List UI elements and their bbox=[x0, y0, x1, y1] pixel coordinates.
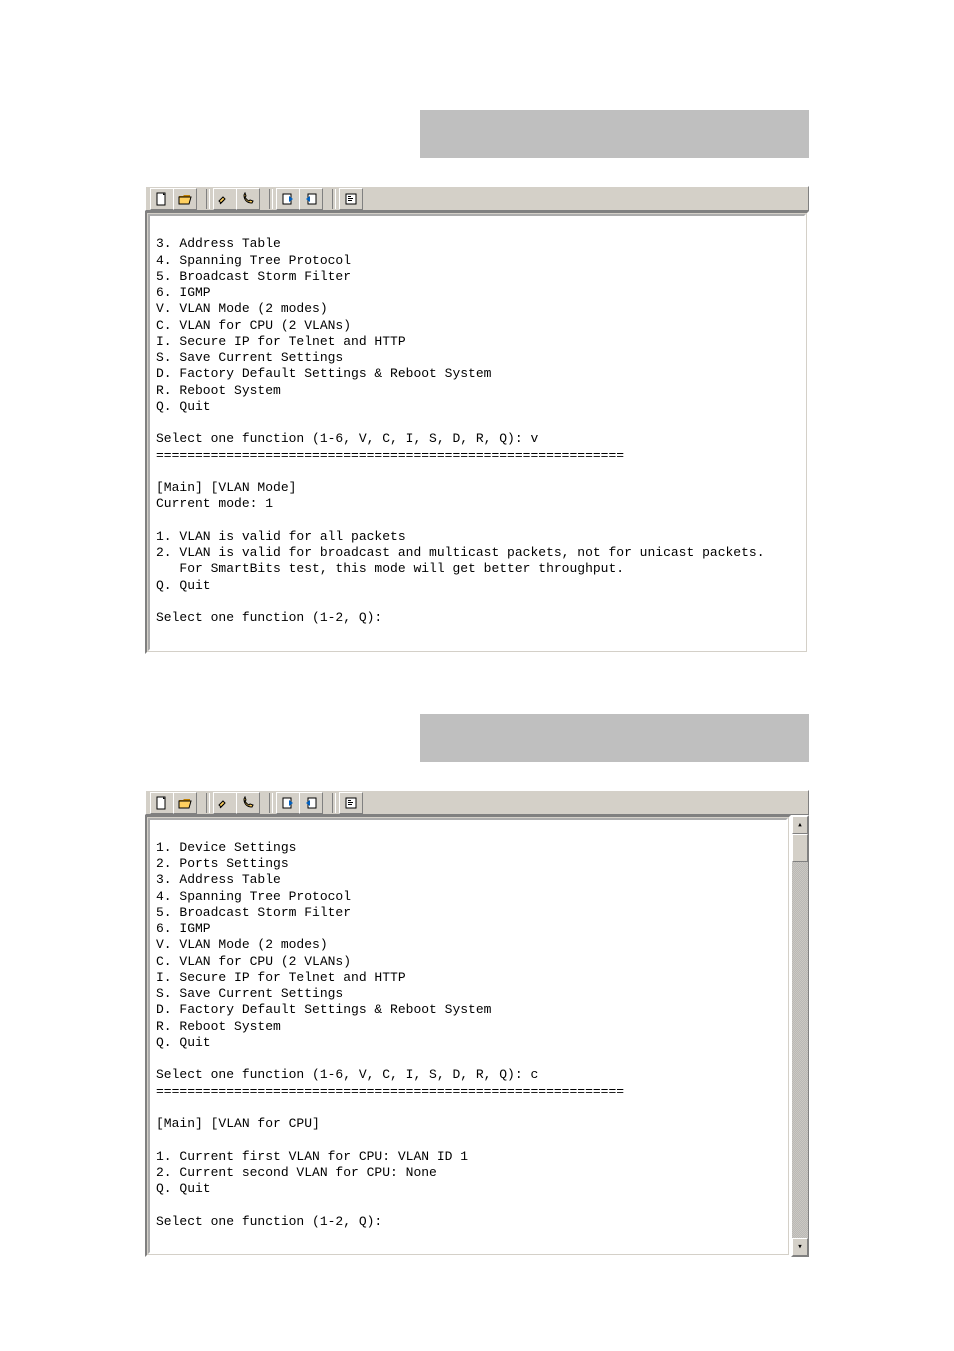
terminal-panel-1: 3. Address Table 4. Spanning Tree Protoc… bbox=[145, 211, 809, 654]
send-button[interactable] bbox=[276, 792, 300, 814]
receive-file-icon bbox=[304, 796, 318, 810]
select-prompt: Select one function (1-6, V, C, I, S, D,… bbox=[156, 431, 538, 446]
menu-item: Q. Quit bbox=[156, 399, 211, 414]
scroll-down-button[interactable]: ▾ bbox=[792, 1238, 808, 1256]
sub-prompt: Select one function (1-2, Q): bbox=[156, 610, 382, 625]
menu-item: C. VLAN for CPU (2 VLANs) bbox=[156, 318, 351, 333]
disconnect-button[interactable] bbox=[213, 792, 237, 814]
receive-file-icon bbox=[304, 192, 318, 206]
properties-button[interactable] bbox=[339, 792, 363, 814]
option-line: 2. Current second VLAN for CPU: None bbox=[156, 1165, 437, 1180]
menu-item: S. Save Current Settings bbox=[156, 350, 343, 365]
menu-item: 4. Spanning Tree Protocol bbox=[156, 253, 351, 268]
menu-item: 2. Ports Settings bbox=[156, 856, 289, 871]
menu-item: V. VLAN Mode (2 modes) bbox=[156, 301, 328, 316]
menu-item: S. Save Current Settings bbox=[156, 986, 343, 1001]
menu-item: D. Factory Default Settings & Reboot Sys… bbox=[156, 1002, 491, 1017]
menu-item: Q. Quit bbox=[156, 1035, 211, 1050]
sub-prompt: Select one function (1-2, Q): bbox=[156, 1214, 382, 1229]
new-doc-icon bbox=[155, 192, 169, 206]
menu-item: 5. Broadcast Storm Filter bbox=[156, 905, 351, 920]
disconnect-icon bbox=[218, 192, 232, 206]
option-line: Q. Quit bbox=[156, 578, 211, 593]
receive-button[interactable] bbox=[299, 188, 323, 210]
send-file-icon bbox=[281, 192, 295, 206]
disconnect-icon bbox=[218, 796, 232, 810]
call-button[interactable] bbox=[236, 188, 260, 210]
vertical-scrollbar[interactable]: ▴ ▾ bbox=[791, 815, 809, 1258]
new-doc-button[interactable] bbox=[150, 188, 174, 210]
menu-item: C. VLAN for CPU (2 VLANs) bbox=[156, 954, 351, 969]
properties-icon bbox=[344, 796, 358, 810]
properties-icon bbox=[344, 192, 358, 206]
send-file-icon bbox=[281, 796, 295, 810]
terminal-text-2: 1. Device Settings 2. Ports Settings 3. … bbox=[156, 840, 624, 1229]
separator-line: ========================================… bbox=[156, 448, 624, 463]
menu-item: 6. IGMP bbox=[156, 285, 211, 300]
menu-item: 6. IGMP bbox=[156, 921, 211, 936]
menu-item: 3. Address Table bbox=[156, 236, 281, 251]
receive-button[interactable] bbox=[299, 792, 323, 814]
phone-icon bbox=[241, 192, 255, 206]
open-folder-icon bbox=[178, 796, 192, 810]
terminal-text-1: 3. Address Table 4. Spanning Tree Protoc… bbox=[156, 236, 765, 625]
menu-item: D. Factory Default Settings & Reboot Sys… bbox=[156, 366, 491, 381]
new-doc-icon bbox=[155, 796, 169, 810]
call-button[interactable] bbox=[236, 792, 260, 814]
breadcrumb: [Main] [VLAN for CPU] bbox=[156, 1116, 320, 1131]
menu-item: 5. Broadcast Storm Filter bbox=[156, 269, 351, 284]
option-line: 1. VLAN is valid for all packets bbox=[156, 529, 406, 544]
chevron-down-icon: ▾ bbox=[797, 1242, 802, 1252]
menu-item: R. Reboot System bbox=[156, 383, 281, 398]
toolbar-1 bbox=[145, 186, 809, 211]
open-button[interactable] bbox=[173, 792, 197, 814]
section-header-bar-1 bbox=[420, 110, 809, 158]
separator-line: ========================================… bbox=[156, 1084, 624, 1099]
menu-item: 1. Device Settings bbox=[156, 840, 296, 855]
breadcrumb: [Main] [VLAN Mode] bbox=[156, 480, 296, 495]
scroll-track[interactable] bbox=[792, 834, 808, 1239]
terminal-panel-2: 1. Device Settings 2. Ports Settings 3. … bbox=[145, 815, 791, 1258]
send-button[interactable] bbox=[276, 188, 300, 210]
option-line: For SmartBits test, this mode will get b… bbox=[156, 561, 624, 576]
chevron-up-icon: ▴ bbox=[797, 820, 802, 830]
menu-item: I. Secure IP for Telnet and HTTP bbox=[156, 970, 406, 985]
scroll-thumb[interactable] bbox=[792, 834, 808, 862]
menu-item: 4. Spanning Tree Protocol bbox=[156, 889, 351, 904]
menu-item: I. Secure IP for Telnet and HTTP bbox=[156, 334, 406, 349]
toolbar-2 bbox=[145, 790, 809, 815]
menu-item: 3. Address Table bbox=[156, 872, 281, 887]
select-prompt: Select one function (1-6, V, C, I, S, D,… bbox=[156, 1067, 538, 1082]
properties-button[interactable] bbox=[339, 188, 363, 210]
section-header-bar-2 bbox=[420, 714, 809, 762]
open-folder-icon bbox=[178, 192, 192, 206]
disconnect-button[interactable] bbox=[213, 188, 237, 210]
menu-item: V. VLAN Mode (2 modes) bbox=[156, 937, 328, 952]
menu-item: R. Reboot System bbox=[156, 1019, 281, 1034]
new-doc-button[interactable] bbox=[150, 792, 174, 814]
phone-icon bbox=[241, 796, 255, 810]
option-line: 1. Current first VLAN for CPU: VLAN ID 1 bbox=[156, 1149, 468, 1164]
open-button[interactable] bbox=[173, 188, 197, 210]
scroll-up-button[interactable]: ▴ bbox=[792, 816, 808, 834]
option-line: Q. Quit bbox=[156, 1181, 211, 1196]
current-mode: Current mode: 1 bbox=[156, 496, 273, 511]
option-line: 2. VLAN is valid for broadcast and multi… bbox=[156, 545, 765, 560]
